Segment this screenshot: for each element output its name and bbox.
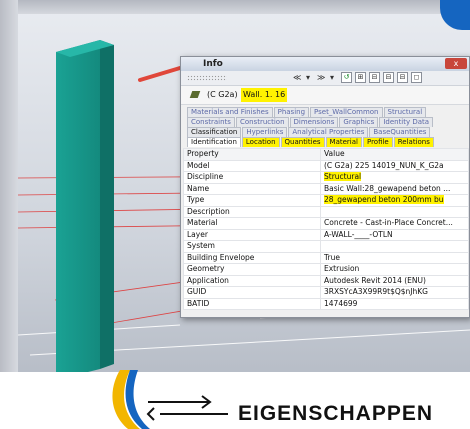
tab-analytical-properties[interactable]: Analytical Properties bbox=[288, 127, 369, 137]
tab-hyperlinks[interactable]: Hyperlinks bbox=[242, 127, 288, 137]
property-value: (C G2a) 225 14019_NUN_K_G2a bbox=[320, 159, 469, 172]
expand-all-icon[interactable]: ⊞ bbox=[355, 72, 366, 83]
frame-left bbox=[0, 0, 18, 429]
property-value: Concrete - Cast-in-Place Concret... bbox=[320, 217, 469, 230]
properties-table: Property Value Model (C G2a) 225 14019_NU… bbox=[183, 148, 469, 310]
tab-row: Classification Hyperlinks Analytical Prope… bbox=[181, 127, 469, 137]
element-ref: (C G2a) bbox=[207, 90, 238, 99]
tab-quantities[interactable]: Quantities bbox=[280, 137, 325, 147]
prev-dropdown-icon[interactable]: ▾ bbox=[306, 72, 310, 83]
table-row[interactable]: System bbox=[183, 240, 469, 253]
tab-basequantities[interactable]: BaseQuantities bbox=[369, 127, 431, 137]
tab-location[interactable]: Location bbox=[241, 137, 280, 147]
highlighted-value: 28_gewapend beton 200mm bu bbox=[324, 195, 444, 205]
tab-identity-data[interactable]: Identity Data bbox=[379, 117, 434, 127]
panel-toolbar: ≪ ▾ ≫ ▾ ↺ ⊞ ⊟ ⊟ ⊟ ◻ bbox=[181, 71, 469, 86]
tab-graphics[interactable]: Graphics bbox=[339, 117, 379, 127]
footer-heading: EIGENSCHAPPEN bbox=[238, 402, 434, 425]
tab-structural[interactable]: Structural bbox=[383, 107, 427, 117]
tab-profile[interactable]: Profile bbox=[362, 137, 393, 147]
prev-icon[interactable]: ≪ bbox=[293, 72, 301, 83]
toolbar-grip[interactable] bbox=[187, 75, 227, 81]
property-name: Application bbox=[183, 274, 321, 287]
table-row[interactable]: Name Basic Wall:28_gewapend beton ... bbox=[183, 182, 469, 195]
property-name: Geometry bbox=[183, 263, 321, 276]
property-name: Model bbox=[183, 159, 321, 172]
table-row[interactable]: Geometry Extrusion bbox=[183, 263, 469, 276]
element-name: Wall. 1. 16 bbox=[241, 88, 288, 102]
table-row[interactable]: Type 28_gewapend beton 200mm bu bbox=[183, 194, 469, 207]
property-name: BATID bbox=[183, 297, 321, 310]
tab-row: Materials and Finishes Phasing Pset_WallCo… bbox=[181, 107, 469, 117]
property-value: Structural bbox=[320, 171, 469, 184]
window-icon[interactable]: ◻ bbox=[411, 72, 422, 83]
property-name: GUID bbox=[183, 286, 321, 299]
refresh-icon[interactable]: ↺ bbox=[341, 72, 352, 83]
selected-element: (C G2a) Wall. 1. 16 bbox=[181, 86, 469, 105]
tab-constraints[interactable]: Constraints bbox=[187, 117, 235, 127]
tab-dimensions[interactable]: Dimensions bbox=[289, 117, 339, 127]
table-row[interactable]: Material Concrete - Cast-in-Place Concret… bbox=[183, 217, 469, 230]
tab-pset-wallcommon[interactable]: Pset_WallCommon bbox=[310, 107, 383, 117]
tab-row: Identification Location Quantities Material… bbox=[181, 137, 469, 147]
table-row[interactable]: Application Autodesk Revit 2014 (ENU) bbox=[183, 274, 469, 287]
property-value bbox=[320, 240, 469, 253]
info-panel[interactable]: Info x ≪ ▾ ≫ ▾ ↺ ⊞ ⊟ ⊟ ⊟ ◻ (C G2a) Wall.… bbox=[180, 56, 470, 318]
panel-titlebar[interactable]: Info x bbox=[181, 57, 469, 71]
property-name: Building Envelope bbox=[183, 251, 321, 264]
property-value: True bbox=[320, 251, 469, 264]
collapse-all-icon[interactable]: ⊟ bbox=[369, 72, 380, 83]
property-value: 3RXSYcA3X99R9t$Q$nJhKG bbox=[320, 286, 469, 299]
table-row[interactable]: Description bbox=[183, 205, 469, 218]
tab-materials-and-finishes[interactable]: Materials and Finishes bbox=[187, 107, 273, 117]
next-dropdown-icon[interactable]: ▾ bbox=[330, 72, 334, 83]
property-name: Material bbox=[183, 217, 321, 230]
tab-relations[interactable]: Relations bbox=[393, 137, 434, 147]
panel-title: Info bbox=[203, 59, 223, 69]
property-value: A-WALL-____-OTLN bbox=[320, 228, 469, 241]
property-name: Type bbox=[183, 194, 321, 207]
exchange-arrows-icon bbox=[146, 395, 228, 421]
table-row[interactable]: Building Envelope True bbox=[183, 251, 469, 264]
property-value: 1474699 bbox=[320, 297, 469, 310]
property-name: Layer bbox=[183, 228, 321, 241]
close-icon: x bbox=[453, 59, 459, 68]
close-button[interactable]: x bbox=[445, 58, 467, 69]
property-name: Name bbox=[183, 182, 321, 195]
table-row[interactable]: Layer A-WALL-____-OTLN bbox=[183, 228, 469, 241]
list-view-icon[interactable]: ⊟ bbox=[383, 72, 394, 83]
property-name: Discipline bbox=[183, 171, 321, 184]
property-name: Description bbox=[183, 205, 321, 218]
frame-top bbox=[0, 0, 470, 14]
tab-material[interactable]: Material bbox=[325, 137, 362, 147]
property-value: Extrusion bbox=[320, 263, 469, 276]
property-value: Basic Wall:28_gewapend beton ... bbox=[320, 182, 469, 195]
table-row[interactable]: GUID 3RXSYcA3X99R9t$Q$nJhKG bbox=[183, 286, 469, 299]
next-icon[interactable]: ≫ bbox=[317, 72, 325, 83]
tab-construction[interactable]: Construction bbox=[235, 117, 289, 127]
tab-identification[interactable]: Identification bbox=[187, 137, 241, 147]
column-header-value[interactable]: Value bbox=[320, 148, 469, 161]
wall-type-icon bbox=[189, 91, 201, 98]
property-value: 28_gewapend beton 200mm bu bbox=[320, 194, 469, 207]
grid-view-icon[interactable]: ⊟ bbox=[397, 72, 408, 83]
wall-element[interactable] bbox=[56, 40, 114, 380]
column-header-property[interactable]: Property bbox=[183, 148, 321, 161]
highlighted-value: Structural bbox=[324, 172, 362, 182]
tab-classification[interactable]: Classification bbox=[187, 127, 242, 137]
table-row[interactable]: Model (C G2a) 225 14019_NUN_K_G2a bbox=[183, 159, 469, 172]
property-tabs: Materials and Finishes Phasing Pset_WallCo… bbox=[181, 105, 469, 147]
table-row[interactable]: Discipline Structural bbox=[183, 171, 469, 184]
tab-phasing[interactable]: Phasing bbox=[273, 107, 310, 117]
property-value: Autodesk Revit 2014 (ENU) bbox=[320, 274, 469, 287]
property-value bbox=[320, 205, 469, 218]
tab-row: Constraints Construction Dimensions Graphic… bbox=[181, 117, 469, 127]
table-row[interactable]: BATID 1474699 bbox=[183, 297, 469, 310]
table-header: Property Value bbox=[183, 148, 469, 161]
property-name: System bbox=[183, 240, 321, 253]
